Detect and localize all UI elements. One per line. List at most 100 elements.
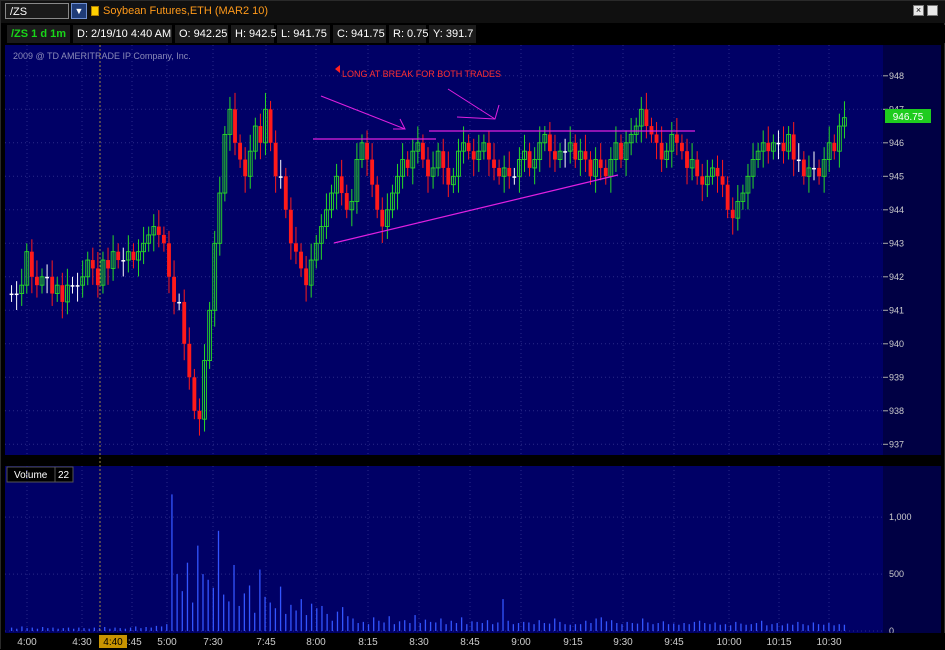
candle-body [466, 142, 471, 152]
candle-body [50, 276, 55, 294]
candle-body [563, 151, 568, 153]
candle-body [167, 243, 171, 277]
candle-body [497, 167, 502, 177]
candle-body [35, 276, 39, 286]
candle-body [283, 176, 288, 210]
candle-body [507, 167, 512, 177]
candle-body [725, 184, 730, 210]
candle-body [177, 301, 182, 304]
price-tick-label: 938 [889, 406, 904, 416]
volume-label: Volume [14, 470, 48, 481]
candle-body [420, 142, 425, 160]
candle-body [268, 109, 273, 143]
candle-body [659, 142, 664, 160]
candle-body [730, 209, 735, 219]
candle-body [365, 142, 369, 160]
candle-body [60, 285, 65, 302]
candle-body [156, 226, 161, 235]
time-tick-label: 9:30 [613, 637, 633, 648]
candle-body [187, 343, 192, 378]
candle-body [715, 167, 720, 177]
candle-body [512, 176, 517, 178]
candle-body [817, 167, 821, 177]
candle-body [492, 159, 496, 168]
candle-body [573, 142, 578, 160]
time-tick-label: 4:00 [17, 637, 37, 648]
candle-body [776, 142, 781, 145]
candle-body [583, 151, 588, 160]
candle-body [527, 151, 532, 168]
candle-body [182, 301, 187, 344]
candle-body [766, 142, 771, 152]
candle-body [90, 260, 95, 269]
volume-panel-bg [5, 466, 883, 633]
candle-body [294, 243, 298, 252]
price-tick-label: 945 [889, 171, 904, 181]
candle-body [598, 159, 603, 168]
candle-body [553, 151, 557, 160]
candle-body [339, 176, 344, 194]
candle-body [116, 251, 121, 261]
candle-body [796, 159, 801, 162]
candle-body [654, 134, 659, 143]
candle-body [192, 377, 197, 411]
price-panel-bg [5, 45, 883, 455]
candle-body [273, 142, 278, 177]
candle-body [278, 176, 283, 178]
time-tick-label: 9:45 [664, 637, 684, 648]
candle-body [95, 268, 100, 286]
price-tick-label: 939 [889, 372, 904, 382]
time-tick-label: 7:45 [256, 637, 276, 648]
candle-body [487, 142, 491, 160]
volume-value: 22 [58, 470, 70, 481]
chart-window: /ZS ▼ Soybean Futures,ETH (MAR2 10) /ZS … [0, 0, 945, 650]
price-tick-label: 943 [889, 238, 904, 248]
close-icon: × [915, 5, 922, 15]
volume-axis-bg [883, 466, 941, 633]
candle-body [258, 126, 263, 143]
candle-body [674, 134, 679, 143]
candle-body [299, 251, 303, 269]
time-tick-label: 4:30 [72, 637, 92, 648]
price-and-volume-chart[interactable]: 937938939940941942943944945946947948 200… [1, 1, 945, 650]
time-tick-label: 8:00 [306, 637, 326, 648]
candle-body [29, 251, 34, 277]
candle-body [426, 159, 430, 177]
candle-body [649, 126, 654, 135]
candle-body [233, 109, 237, 143]
time-tick-label: 9:00 [511, 637, 531, 648]
candle-body [370, 159, 375, 185]
candle-body [832, 142, 837, 152]
time-tick-label: 10:15 [766, 637, 791, 648]
candle-body [695, 159, 700, 177]
price-tick-label: 948 [889, 71, 904, 81]
candle-body [243, 159, 248, 177]
close-button[interactable]: × [913, 5, 924, 16]
copyright-text: 2009 @ TD AMERITRADE IP Company, Inc. [13, 51, 191, 61]
candle-body [45, 276, 50, 279]
price-tick-label: 940 [889, 339, 904, 349]
time-tick-label: 5:00 [157, 637, 177, 648]
time-tick-label: 10:30 [816, 637, 841, 648]
candle-body [700, 176, 705, 185]
candle-body [801, 159, 806, 177]
time-tick-label: 8:15 [358, 637, 378, 648]
candle-body [304, 268, 309, 286]
time-tick-label: 10:00 [716, 637, 741, 648]
candle-body [644, 109, 649, 127]
candle-body [685, 151, 689, 168]
candle-body [812, 167, 816, 170]
candle-body [121, 260, 126, 262]
volume-tick-label: 1,000 [889, 512, 912, 522]
candle-body [380, 209, 385, 227]
candle-body [375, 184, 380, 210]
cursor-time-label: 4:40 [103, 637, 123, 648]
candle-body [344, 193, 349, 210]
candle-body [791, 134, 796, 160]
price-tick-label: 937 [889, 439, 904, 449]
price-tick-label: 941 [889, 305, 904, 315]
candle-body [106, 260, 110, 269]
candle-body [720, 176, 725, 185]
candle-body [238, 142, 243, 160]
time-tick-label: 8:45 [460, 637, 480, 648]
